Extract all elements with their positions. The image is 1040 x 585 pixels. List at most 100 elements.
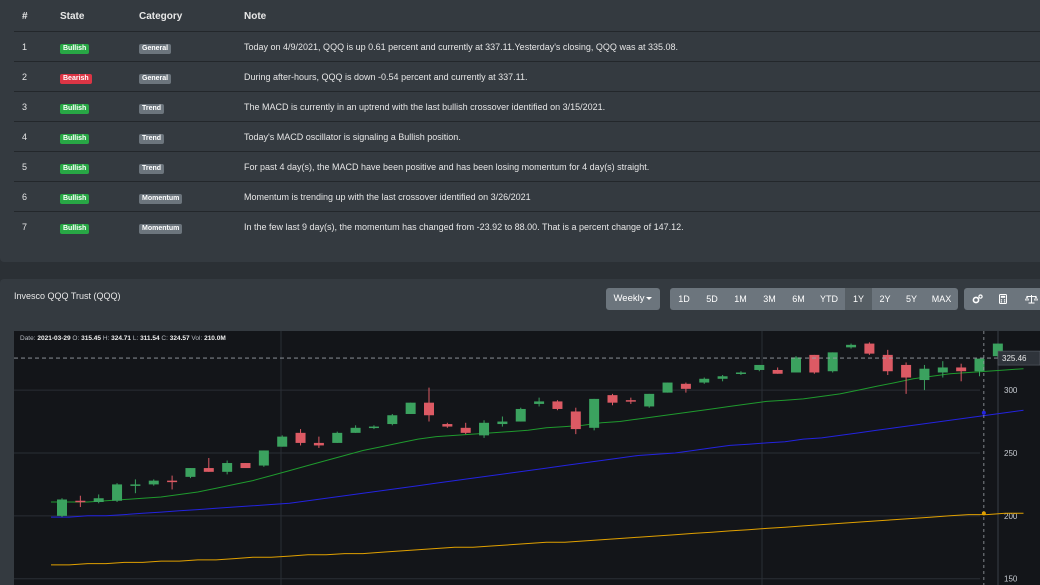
candle-bull: [387, 415, 398, 425]
chart-card: Invesco QQQ Trust (QQQ) Weekly 1D 5D 1M 3M 6…: [0, 279, 1040, 585]
y-tick-label: 150: [1004, 575, 1018, 584]
category-badge: Momentum: [139, 222, 183, 234]
candle-bear: [680, 383, 691, 389]
interval-dropdown[interactable]: Weekly: [606, 288, 660, 310]
row-note: Momentum is trending up with the last cr…: [244, 192, 531, 202]
candle-bull: [589, 398, 600, 428]
category-badge: Momentum: [139, 192, 183, 204]
row-note: During after-hours, QQQ is down -0.54 pe…: [244, 72, 528, 82]
table-header: # State Category Note: [0, 0, 1040, 32]
candle-bear: [570, 411, 581, 430]
state-badge: Bullish: [60, 162, 90, 174]
range-button-5y[interactable]: 5Y: [898, 288, 925, 310]
range-button-3m[interactable]: 3M: [755, 288, 784, 310]
category-badge-label: Momentum: [139, 224, 183, 234]
candle-bear: [75, 500, 86, 503]
candle-bear: [809, 354, 820, 373]
table-row: 1 Bullish General Today on 4/9/2021, QQQ is…: [14, 31, 1040, 61]
candle-bull: [662, 382, 673, 393]
legend-high: 324.71: [111, 335, 132, 342]
candle-bull: [148, 480, 159, 485]
legend-date-label: Date:: [20, 335, 36, 342]
category-badge-label: General: [139, 44, 172, 54]
legend-close: 324.57: [169, 335, 190, 342]
row-number: 1: [22, 42, 28, 52]
candle-bull: [644, 393, 655, 407]
legend-low-label: L:: [132, 335, 139, 342]
state-badge-label: Bearish: [60, 74, 92, 84]
candle-bear: [313, 442, 324, 446]
range-button-ytd[interactable]: YTD: [813, 288, 845, 310]
row-number: 4: [22, 132, 28, 142]
range-button-1d[interactable]: 1D: [670, 288, 698, 310]
candle-bull: [919, 368, 930, 381]
table-row: 7 Bullish Momentum In the few last 9 day(s)…: [14, 211, 1040, 241]
row-note: The MACD is currently in an uptrend with…: [244, 102, 606, 112]
header-state: State: [60, 11, 85, 22]
candle-bull: [479, 422, 490, 436]
candle-bull: [699, 378, 710, 383]
ma-blue-line: [51, 409, 1024, 518]
price-chart[interactable]: Date: 2021-03-29 O: 315.45 H: 324.71 L: …: [14, 331, 1040, 585]
row-note: Today on 4/9/2021, QQQ is up 0.61 percen…: [244, 42, 678, 52]
table-row: 5 Bullish Trend For past 4 day(s), the MACD…: [14, 151, 1040, 181]
gears-icon-button[interactable]: [964, 288, 990, 310]
calculator-icon: [999, 294, 1007, 304]
state-badge-label: Bullish: [60, 224, 90, 234]
range-button-5d[interactable]: 5D: [698, 288, 726, 310]
y-tick-label: 300: [1004, 386, 1018, 395]
candle-bear: [442, 424, 453, 427]
balance-scale-icon-button[interactable]: [1016, 288, 1040, 310]
candle-bull: [93, 498, 104, 503]
ma-green-line: [51, 368, 1024, 503]
row-note: For past 4 day(s), the MACD have been po…: [244, 162, 650, 172]
category-badge: Trend: [139, 162, 165, 174]
range-button-6m[interactable]: 6M: [784, 288, 813, 310]
candle-bull: [222, 463, 233, 472]
category-badge: Trend: [139, 132, 165, 144]
candle-bear: [882, 354, 893, 372]
calculator-icon-button[interactable]: [990, 288, 1016, 310]
candle-bear: [607, 395, 618, 403]
candle-bull: [974, 358, 985, 372]
candle-bull: [791, 357, 801, 373]
candle-bull: [350, 427, 361, 433]
legend-low: 311.54: [140, 335, 160, 342]
candle-bull: [937, 367, 948, 373]
candle-bull: [332, 432, 343, 443]
candle-bull: [57, 499, 67, 516]
candle-bull: [368, 426, 379, 429]
legend-high-label: H:: [102, 335, 110, 342]
range-button-max[interactable]: MAX: [925, 288, 958, 310]
table-body: 1 Bullish General Today on 4/9/2021, QQQ is…: [14, 31, 1040, 241]
header-note: Note: [244, 11, 267, 22]
candle-bear: [460, 427, 471, 433]
row-number: 6: [22, 192, 28, 202]
row-number: 3: [22, 102, 28, 112]
ma-blue-marker: [981, 410, 986, 415]
candle-bear: [956, 367, 967, 372]
state-badge-label: Bullish: [60, 194, 90, 204]
candle-bear: [203, 468, 214, 472]
last-price-label: 325.46: [1002, 354, 1027, 363]
range-button-2y[interactable]: 2Y: [872, 288, 898, 310]
candle-bull: [515, 408, 526, 422]
ma-orange-marker: [981, 511, 986, 516]
range-button-1y[interactable]: 1Y: [845, 288, 872, 310]
candle-bull: [717, 376, 728, 379]
range-button-1m[interactable]: 1M: [726, 288, 755, 310]
row-number: 5: [22, 162, 28, 172]
category-badge-label: Trend: [139, 164, 165, 174]
state-badge: Bearish: [60, 72, 92, 84]
candle-bull: [735, 372, 746, 374]
candle-bear: [240, 463, 251, 469]
state-badge-label: Bullish: [60, 164, 90, 174]
category-badge-label: Trend: [139, 134, 165, 144]
candle-bear: [424, 402, 434, 416]
row-note: In the few last 9 day(s), the momentum h…: [244, 222, 684, 232]
balance-scale-icon: [1024, 295, 1038, 304]
category-badge-label: General: [139, 74, 172, 84]
chart-title: Invesco QQQ Trust (QQQ): [14, 291, 121, 301]
ohlc-legend: Date: 2021-03-29 O: 315.45 H: 324.71 L: …: [20, 335, 226, 342]
legend-open-label: O:: [72, 335, 80, 342]
